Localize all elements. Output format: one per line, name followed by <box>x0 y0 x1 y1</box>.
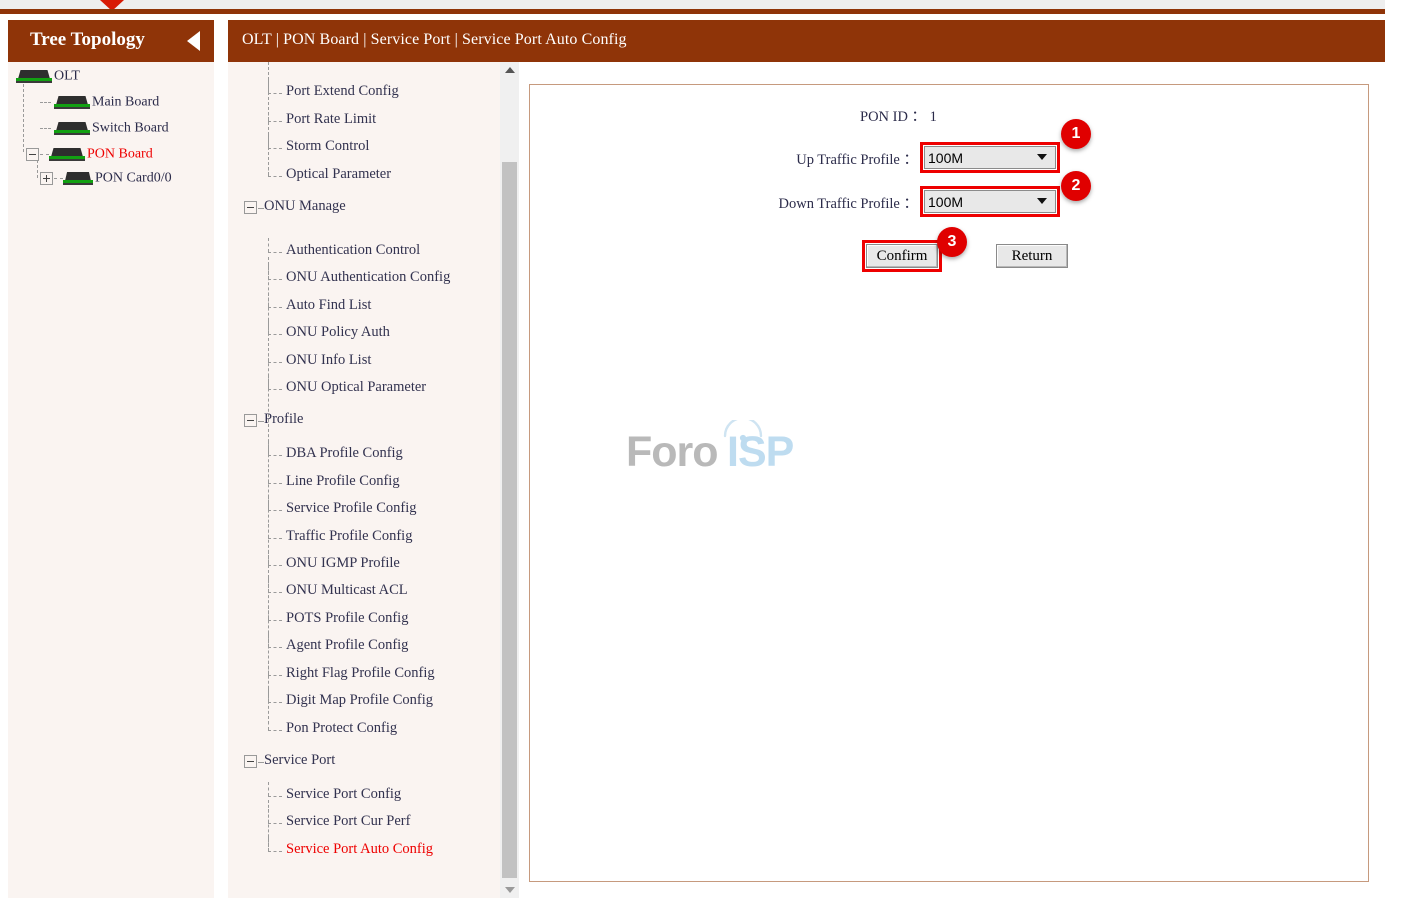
watermark-text-secondary: ISP <box>727 428 794 476</box>
device-board-icon <box>54 95 90 109</box>
confirm-button[interactable]: Confirm <box>866 244 938 268</box>
menu-item-traffic-profile-config[interactable]: Traffic Profile Config <box>286 528 412 545</box>
device-board-icon <box>54 121 90 135</box>
menu-item-storm-control[interactable]: Storm Control <box>286 138 369 155</box>
tree-node-label: Main Board <box>92 94 160 110</box>
watermark-text-primary: Foro <box>626 428 719 476</box>
tree-dash <box>40 101 51 103</box>
scrollbar-thumb[interactable] <box>502 162 517 878</box>
tree-node-pon-board[interactable]: PON Board <box>26 145 153 171</box>
menu-item-onu-optical-parameter[interactable]: ONU Optical Parameter <box>286 379 426 396</box>
menu-item-pots-profile-config[interactable]: POTS Profile Config <box>286 610 408 627</box>
menu-item-port-rate-limit[interactable]: Port Rate Limit <box>286 111 376 128</box>
annotation-badge-1: 1 <box>1061 119 1091 149</box>
up-traffic-profile-select[interactable]: 100M <box>924 146 1056 169</box>
tree-node-main-board[interactable]: Main Board <box>40 93 159 119</box>
navigation-menu-panel: Port Extend Config Port Rate Limit Storm C… <box>228 62 500 898</box>
collapse-icon[interactable] <box>26 147 39 161</box>
tree-node-switch-board[interactable]: Switch Board <box>40 119 169 145</box>
page-title: Tree Topology <box>30 29 145 50</box>
expand-icon[interactable] <box>40 171 53 185</box>
tree-dash <box>40 127 51 129</box>
menu-item-onu-policy-auth[interactable]: ONU Policy Auth <box>286 324 390 341</box>
menu-item-dba-profile-config[interactable]: DBA Profile Config <box>286 445 403 462</box>
scroll-up-arrow-icon[interactable] <box>500 62 519 79</box>
auto-config-form: PON ID ： 1 Up Traffic Profile ： 100M Dow… <box>530 85 1370 305</box>
down-traffic-profile-row: Down Traffic Profile ： 100M <box>530 186 1130 217</box>
menu-item-onu-manage[interactable]: ONU Manage <box>264 198 346 215</box>
tree-node-label: PON Card0/0 <box>95 170 172 186</box>
tree-node-pon-card0-0[interactable]: PON Card0/0 <box>40 169 172 195</box>
menu-item-service-port[interactable]: Service Port <box>264 752 335 769</box>
down-traffic-profile-select[interactable]: 100M <box>924 190 1056 213</box>
tree-dash <box>54 177 63 179</box>
tree-dash <box>40 153 49 155</box>
form-actions: Confirm Return <box>862 240 1166 272</box>
device-board-icon <box>49 147 85 161</box>
menu-item-service-port-auto-config[interactable]: Service Port Auto Config <box>286 841 433 858</box>
collapse-icon[interactable] <box>244 755 257 768</box>
tree-node-label: PON Board <box>87 146 153 162</box>
down-traffic-profile-label: Down Traffic Profile ： <box>778 196 919 212</box>
device-card-icon <box>63 171 93 185</box>
tree-node-olt[interactable]: OLT <box>16 67 80 93</box>
pon-id-label: PON ID ： 1 <box>860 109 937 125</box>
annotation-badge-2: 2 <box>1061 171 1091 201</box>
menu-item-service-profile-config[interactable]: Service Profile Config <box>286 500 416 517</box>
menu-item-service-port-cur-perf[interactable]: Service Port Cur Perf <box>286 813 410 830</box>
menu-item-port-extend-config[interactable]: Port Extend Config <box>286 83 399 100</box>
menu-scrollbar[interactable] <box>500 62 519 898</box>
device-olt-icon <box>16 69 52 83</box>
menu-item-optical-parameter[interactable]: Optical Parameter <box>286 166 391 183</box>
menu-item-digit-map-profile-config[interactable]: Digit Map Profile Config <box>286 692 433 709</box>
menu-item-agent-profile-config[interactable]: Agent Profile Config <box>286 637 408 654</box>
foroisp-watermark: Foro ISP <box>626 420 826 490</box>
tree-panel-header: Tree Topology <box>8 20 214 62</box>
menu-item-profile[interactable]: Profile <box>264 411 303 428</box>
content-panel: PON ID ： 1 Up Traffic Profile ： 100M Dow… <box>529 84 1369 882</box>
menu-item-onu-igmp-profile[interactable]: ONU IGMP Profile <box>286 555 400 572</box>
menu-item-line-profile-config[interactable]: Line Profile Config <box>286 473 400 490</box>
app-root: Tree Topology OLT | PON Board | Service … <box>0 0 1410 909</box>
menu-item-onu-info-list[interactable]: ONU Info List <box>286 352 371 369</box>
menu-item-right-flag-profile-config[interactable]: Right Flag Profile Config <box>286 665 435 682</box>
annotation-badge-3: 3 <box>937 227 967 257</box>
menu-item-onu-multicast-acl[interactable]: ONU Multicast ACL <box>286 582 408 599</box>
menu-item-auto-find-list[interactable]: Auto Find List <box>286 297 371 314</box>
collapse-icon[interactable] <box>244 414 257 427</box>
menu-item-authentication-control[interactable]: Authentication Control <box>286 242 420 259</box>
top-strip <box>0 0 1385 9</box>
tree-topology-panel: OLT Main Board Switch Board PON Board PON Ca… <box>8 62 214 898</box>
menu-item-service-port-config[interactable]: Service Port Config <box>286 786 401 803</box>
collapse-icon[interactable] <box>244 201 257 214</box>
scroll-down-arrow-icon[interactable] <box>500 881 519 898</box>
up-traffic-profile-row: Up Traffic Profile ： 100M <box>530 142 1130 173</box>
menu-item-pon-protect-config[interactable]: Pon Protect Config <box>286 720 397 737</box>
content-header: OLT | PON Board | Service Port | Service… <box>228 20 1385 62</box>
return-button[interactable]: Return <box>996 244 1068 268</box>
tree-node-label: Switch Board <box>92 120 169 136</box>
triangle-left-icon[interactable] <box>187 31 200 51</box>
tree-node-label: OLT <box>54 68 80 84</box>
menu-item-onu-authentication-config[interactable]: ONU Authentication Config <box>286 269 450 286</box>
breadcrumb: OLT | PON Board | Service Port | Service… <box>242 31 627 48</box>
up-traffic-profile-label: Up Traffic Profile ： <box>796 152 918 168</box>
